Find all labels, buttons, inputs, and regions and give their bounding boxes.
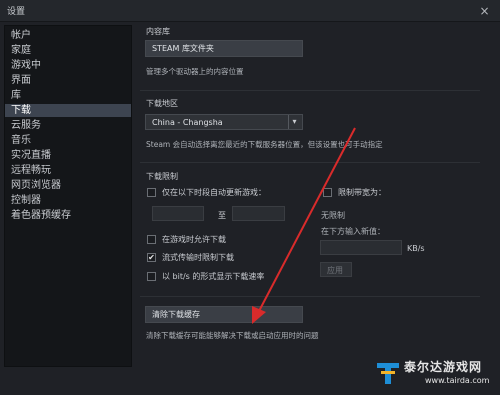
sidebar-item-library[interactable]: 库 (5, 89, 131, 102)
scrollbar[interactable] (488, 26, 496, 366)
clear-download-cache-button[interactable]: 清除下载缓存 (145, 306, 303, 323)
allow-during-play-checkbox[interactable] (147, 235, 156, 244)
settings-sidebar: 帐户 家庭 游戏中 界面 库 下载 云服务 音乐 实况直播 远程畅玩 网页浏览器… (4, 25, 132, 367)
sidebar-item-broadcasting[interactable]: 实况直播 (5, 149, 131, 162)
limit-bandwidth-checkbox[interactable] (323, 188, 332, 197)
enter-new-value-label: 在下方输入新值： (321, 227, 385, 236)
bandwidth-input[interactable] (320, 240, 402, 255)
download-region-value: China - Changsha (152, 118, 223, 127)
limit-bandwidth-label: 限制带宽为： (338, 188, 386, 197)
divider (140, 162, 480, 163)
sidebar-item-downloads[interactable]: 下载 (5, 104, 131, 117)
title-bar: 设置 × (0, 0, 500, 22)
to-label: 至 (218, 211, 226, 220)
close-icon[interactable]: × (479, 5, 490, 17)
show-bits-label: 以 bit/s 的形式显示下载速率 (162, 272, 265, 281)
sidebar-item-music[interactable]: 音乐 (5, 134, 131, 147)
sidebar-item-in-game[interactable]: 游戏中 (5, 59, 131, 72)
watermark-url: www.tairda.com (425, 376, 490, 385)
steam-library-folders-button[interactable]: STEAM 库文件夹 (145, 40, 303, 57)
tairda-logo-icon (377, 363, 399, 384)
sidebar-item-interface[interactable]: 界面 (5, 74, 131, 87)
no-limit-label: 无限制 (321, 211, 345, 220)
watermark-text: 泰尔达游戏网 (404, 360, 483, 374)
download-region-select[interactable]: China - Changsha ▾ (145, 114, 303, 130)
download-restrictions-heading: 下载限制 (146, 172, 178, 181)
sidebar-item-web-browser[interactable]: 网页浏览器 (5, 179, 131, 192)
sidebar-item-family[interactable]: 家庭 (5, 44, 131, 57)
apply-button[interactable]: 应用 (320, 262, 352, 277)
content-library-description: 管理多个驱动器上的内容位置 (146, 67, 244, 76)
throttle-streaming-checkbox[interactable]: ✔ (147, 253, 156, 262)
download-region-description: Steam 会自动选择离您最近的下载服务器位置，但该设置也可手动指定 (146, 140, 383, 149)
unit-label: KB/s (407, 244, 425, 253)
divider (140, 90, 480, 91)
chevron-down-icon[interactable]: ▾ (288, 115, 300, 129)
sidebar-item-account[interactable]: 帐户 (5, 29, 131, 42)
only-during-checkbox[interactable] (147, 188, 156, 197)
window-title: 设置 (7, 7, 26, 17)
divider (140, 296, 480, 297)
clear-cache-description: 清除下载缓存可能能够解决下载或启动应用时的问题 (146, 331, 319, 340)
show-bits-checkbox[interactable] (147, 272, 156, 281)
allow-during-play-label: 在游戏时允许下载 (162, 235, 226, 244)
sidebar-item-shader-cache[interactable]: 着色器预缓存 (5, 209, 131, 222)
start-time-input[interactable] (152, 206, 204, 221)
sidebar-item-remote-play[interactable]: 远程畅玩 (5, 164, 131, 177)
download-region-heading: 下载地区 (146, 99, 178, 108)
content-library-heading: 内容库 (146, 27, 170, 36)
only-during-label: 仅在以下时段自动更新游戏： (162, 188, 266, 197)
end-time-input[interactable] (232, 206, 285, 221)
throttle-streaming-label: 流式传输时限制下载 (162, 253, 234, 262)
sidebar-item-controller[interactable]: 控制器 (5, 194, 131, 207)
sidebar-item-cloud[interactable]: 云服务 (5, 119, 131, 132)
